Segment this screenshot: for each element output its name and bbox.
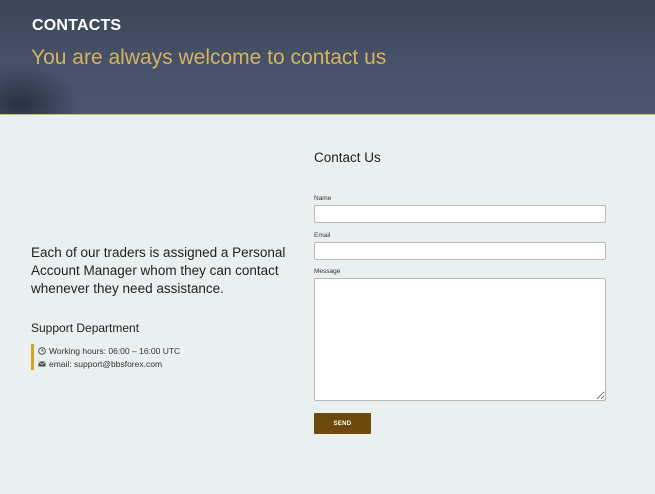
contact-form-title: Contact Us [314, 150, 381, 165]
email-field[interactable] [314, 242, 606, 260]
envelope-icon [38, 360, 46, 368]
page-header: CONTACTS You are always welcome to conta… [0, 0, 655, 115]
support-department-heading: Support Department [31, 321, 140, 335]
message-field[interactable] [314, 278, 606, 401]
support-email-text[interactable]: email: support@bbsforex.com [49, 359, 162, 369]
message-label: Message [314, 268, 341, 275]
support-details: Working hours: 06:00 – 16:00 UTC email: … [31, 344, 180, 370]
account-manager-description: Each of our traders is assigned a Person… [31, 245, 286, 296]
email-line: email: support@bbsforex.com [38, 358, 180, 370]
page-title: CONTACTS [32, 17, 122, 34]
name-field[interactable] [314, 205, 606, 223]
send-button[interactable]: SEND [314, 413, 371, 434]
working-hours-text: Working hours: 06:00 – 16:00 UTC [49, 346, 181, 356]
name-label: Name [314, 195, 332, 202]
email-label: Email [314, 232, 331, 239]
page-subtitle: You are always welcome to contact us [31, 46, 387, 69]
clock-icon [38, 347, 46, 355]
working-hours-line: Working hours: 06:00 – 16:00 UTC [38, 345, 180, 357]
